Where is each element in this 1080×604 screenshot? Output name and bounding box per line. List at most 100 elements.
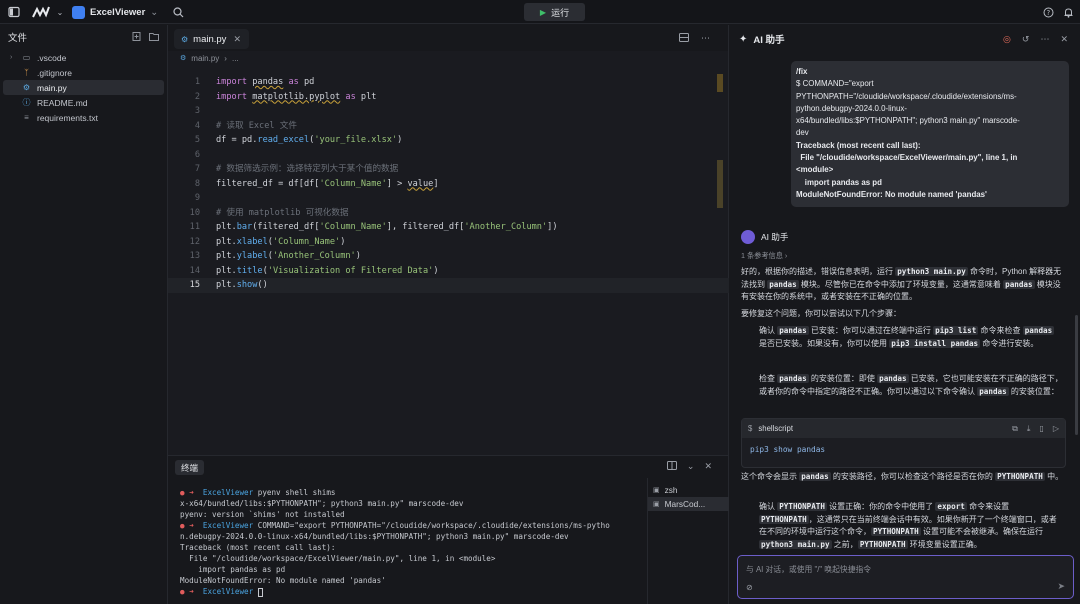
- code-line: 7 # 数据筛选示例：选择特定列大于某个值的数据: [194, 164, 399, 174]
- assistant-avatar: [741, 230, 755, 244]
- info-icon: ⓘ: [22, 98, 31, 107]
- code-line: 4 # 读取 Excel 文件: [194, 120, 297, 131]
- breadcrumb: ⚙ main.py › ...: [168, 51, 728, 65]
- project-icon: [72, 5, 85, 19]
- project-name: ExcelViewer: [90, 6, 146, 18]
- terminal-session-zsh[interactable]: ▣ zsh: [648, 483, 729, 497]
- ai-assistant-panel: ✦ AI 助手 ◎ ↺ ⋯ ✕ /fix $ COMMAND="export P…: [729, 25, 1080, 604]
- title-bar: ⌄ ExcelViewer ⌄ ▶ 运行 ?: [0, 0, 1080, 24]
- ai-panel-title: AI 助手: [753, 35, 785, 46]
- close-icon[interactable]: ✕: [704, 461, 712, 472]
- user-message-line: /fix: [796, 67, 808, 76]
- folder-icon: ▭: [22, 53, 31, 62]
- svg-text:?: ?: [1046, 9, 1050, 17]
- chevron-down-icon: ⌄: [150, 6, 159, 18]
- code-line: 6: [194, 149, 200, 160]
- marscode-logo-icon[interactable]: [30, 4, 54, 20]
- help-icon[interactable]: ?: [1040, 4, 1056, 20]
- new-file-icon[interactable]: [132, 31, 141, 43]
- more-icon[interactable]: ⋯: [1040, 34, 1049, 45]
- code-line: 2 import matplotlib.pyplot as plt: [194, 91, 377, 102]
- terminal-output[interactable]: ● ➜ ExcelViewer pyenv shell shims x-x64/…: [168, 487, 641, 597]
- session-label: MarsCod...: [664, 499, 706, 509]
- assistant-paragraph: 好的，根据你的描述，错误信息表明，运行 python3 main.py 命令时，…: [741, 267, 1062, 302]
- more-icon[interactable]: ⋯: [701, 33, 710, 44]
- terminal-line: import pandas as pd: [180, 565, 286, 574]
- project-selector[interactable]: ExcelViewer ⌄: [72, 4, 158, 20]
- sparkle-icon: ✦: [739, 33, 748, 45]
- breadcrumb-more[interactable]: ...: [232, 54, 239, 63]
- python-icon: ⚙: [181, 34, 189, 44]
- terminal-panel: 终端 ⌄ ✕ ● ➜ ExcelViewer pyenv shell shims…: [168, 455, 729, 604]
- assistant-step: 确认 pandas 已安装：你可以通过在终端中运行 pip3 list 命令来检…: [759, 326, 1055, 348]
- user-message-line: python.debugpy-2024.0.0-linux-: [796, 103, 907, 113]
- terminal-line: Traceback (most recent call last):: [180, 543, 336, 552]
- terminal-line: ModuleNotFoundError: No module named 'pa…: [180, 576, 386, 585]
- tab-main-py[interactable]: ⚙ main.py ✕: [174, 29, 249, 49]
- tree-item-label: main.py: [37, 82, 67, 93]
- tree-item-label: requirements.txt: [37, 112, 98, 123]
- scrollbar[interactable]: [1075, 315, 1078, 435]
- tree-item-requirements[interactable]: ≡ requirements.txt: [0, 110, 167, 125]
- copy-icon[interactable]: ⧉: [1012, 424, 1018, 434]
- insert-code-icon[interactable]: ⤓: [1027, 424, 1031, 434]
- tree-item-label: .gitignore: [37, 67, 72, 78]
- chevron-down-icon[interactable]: ⌄: [52, 4, 68, 20]
- terminal-line: x-x64/bundled/libs:$PYTHONPATH"; python3…: [180, 499, 464, 508]
- user-message-line: $ COMMAND="export: [796, 79, 874, 89]
- code-area[interactable]: 1 import pandas as pd 2 import matplotlib.…: [168, 75, 729, 293]
- user-message-line: ModuleNotFoundError: No module named 'pa…: [796, 189, 987, 199]
- tree-item-readme[interactable]: ⓘ README.md: [0, 95, 167, 110]
- context-icon[interactable]: ⊘: [746, 583, 753, 592]
- assistant-step: 检查 pandas 的安装位置：即使 pandas 已安装，它也可能安装在不正确…: [759, 374, 1063, 396]
- terminal-line: File "/cloudide/workspace/ExcelViewer/ma…: [180, 554, 496, 563]
- chevron-down-icon[interactable]: ⌄: [687, 461, 695, 472]
- code-line: 5 df = pd.read_excel('your_file.xlsx'): [194, 135, 403, 145]
- warning-marker: [717, 160, 723, 208]
- split-terminal-icon[interactable]: [666, 461, 677, 472]
- history-icon[interactable]: ↺: [1022, 34, 1030, 45]
- explorer-header: 文件: [0, 25, 167, 49]
- breadcrumb-file[interactable]: main.py: [191, 54, 219, 63]
- play-icon: ▶: [539, 7, 547, 17]
- python-icon: ⚙: [22, 83, 31, 92]
- code-editor: ⚙ main.py ✕ ⋯ ⚙ main.py › ... 1 import pa…: [168, 25, 729, 455]
- tab-terminal[interactable]: 终端: [175, 460, 204, 475]
- new-chat-icon[interactable]: ◎: [1003, 34, 1011, 45]
- tree-item-vscode[interactable]: › ▭ .vscode: [0, 50, 167, 65]
- terminal-session-marscode[interactable]: ▣ MarsCod...: [648, 497, 729, 511]
- tree-item-gitignore[interactable]: ᛉ .gitignore: [0, 65, 167, 80]
- tree-item-label: .vscode: [37, 52, 67, 63]
- apply-icon[interactable]: ▯: [1039, 424, 1043, 434]
- user-message-line: import pandas as pd: [796, 177, 882, 187]
- close-icon[interactable]: ✕: [1060, 34, 1068, 45]
- close-icon[interactable]: ✕: [233, 34, 241, 45]
- new-folder-icon[interactable]: [149, 32, 159, 43]
- code-content[interactable]: pip3 show pandas: [742, 438, 1065, 461]
- terminal-line: n.debugpy-2024.0.0-linux-x64/bundled/lib…: [180, 532, 569, 541]
- breadcrumb-separator: ›: [224, 53, 227, 63]
- toggle-sidebar-icon[interactable]: [6, 4, 22, 20]
- notification-bell-icon[interactable]: [1060, 4, 1076, 20]
- user-message: /fix $ COMMAND="export PYTHONPATH="/clou…: [791, 61, 1069, 207]
- ai-chat-input[interactable]: 与 AI 对话，或使用 "/" 唤起快捷指令 ⊘ ➤: [737, 555, 1074, 599]
- code-line: 9: [194, 193, 200, 203]
- terminal-icon: ▣: [653, 501, 660, 508]
- split-editor-icon[interactable]: [679, 33, 689, 44]
- assistant-paragraph: 要修复这个问题，你可以尝试以下几个步骤：: [741, 309, 901, 318]
- run-button[interactable]: ▶ 运行: [524, 3, 585, 21]
- search-icon[interactable]: [170, 4, 186, 20]
- assistant-step: 确认 PYTHONPATH 设置正确：你的命令中使用了 export 命令来设置…: [759, 502, 1057, 549]
- editor-tabs: ⚙ main.py ✕ ⋯: [168, 25, 728, 51]
- code-block-header: $ shellscript ⧉ ⤓ ▯ ▷: [742, 419, 1065, 438]
- terminal-icon: ▣: [653, 487, 660, 494]
- code-language: shellscript: [758, 424, 794, 433]
- text-file-icon: ≡: [24, 113, 29, 122]
- send-icon[interactable]: ➤: [1057, 581, 1065, 592]
- terminal-prompt: ● ➜ ExcelViewer: [168, 586, 641, 597]
- references-link[interactable]: 1 条参考信息 ›: [741, 251, 787, 261]
- tree-item-main-py[interactable]: ⚙ main.py: [3, 80, 164, 95]
- tab-label: 终端: [180, 462, 198, 473]
- run-icon[interactable]: ▷: [1053, 424, 1059, 434]
- code-line-current: 15 plt.show(): [168, 278, 729, 293]
